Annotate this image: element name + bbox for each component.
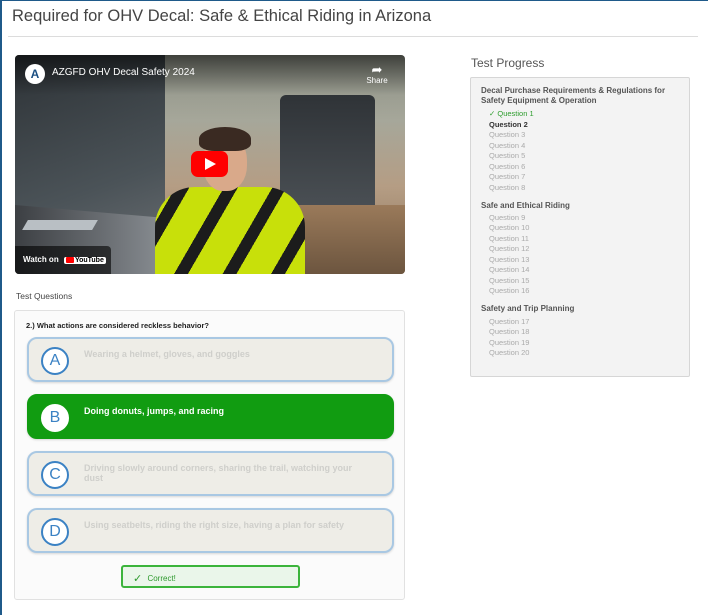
watch-on-label: Watch on: [23, 255, 59, 264]
share-button[interactable]: ➦ Share: [365, 63, 389, 85]
progress-question-item[interactable]: Question 16: [489, 286, 529, 295]
video-vehicle-stripe: [22, 220, 98, 230]
video-presenter-body: [155, 187, 305, 274]
video-presenter-hair: [199, 127, 251, 151]
answer-letter: D: [41, 518, 69, 546]
play-button[interactable]: [191, 151, 228, 177]
progress-question-item[interactable]: Question 19: [489, 338, 529, 347]
progress-question-item[interactable]: Question 12: [489, 244, 529, 253]
channel-logo-icon[interactable]: A: [25, 64, 45, 84]
feedback-correct: ✓ Correct!: [121, 565, 300, 588]
progress-section-title: Decal Purchase Requirements & Regulation…: [481, 86, 666, 105]
share-icon: ➦: [371, 62, 383, 77]
progress-question-item[interactable]: Question 9: [489, 213, 525, 222]
video-player[interactable]: A AZGFD OHV Decal Safety 2024 ➦ Share Wa…: [15, 55, 405, 274]
answer-text: Doing donuts, jumps, and racing: [84, 406, 225, 416]
answer-text: Driving slowly around corners, sharing t…: [84, 463, 353, 483]
progress-question-item[interactable]: Question 17: [489, 317, 529, 326]
video-title[interactable]: AZGFD OHV Decal Safety 2024: [52, 67, 195, 78]
progress-question-item[interactable]: Question 14: [489, 265, 529, 274]
watch-on-youtube-button[interactable]: Watch on YouTube: [15, 246, 111, 274]
page-title: Required for OHV Decal: Safe & Ethical R…: [12, 7, 432, 25]
feedback-text: Correct!: [147, 574, 176, 583]
progress-section-title: Safe and Ethical Riding: [481, 201, 570, 210]
answer-letter: C: [41, 461, 69, 489]
progress-question-item[interactable]: Question 8: [489, 183, 525, 192]
share-label: Share: [366, 76, 388, 85]
title-divider: [8, 36, 698, 37]
progress-question-item[interactable]: Question 4: [489, 141, 525, 150]
answer-option-b[interactable]: B Doing donuts, jumps, and racing: [27, 394, 394, 439]
answer-option-c[interactable]: C Driving slowly around corners, sharing…: [27, 451, 394, 496]
progress-question-item[interactable]: ✓ Question 1: [489, 109, 534, 118]
youtube-play-icon: [65, 257, 74, 264]
test-progress-title: Test Progress: [471, 56, 545, 70]
progress-question-item[interactable]: Question 7: [489, 172, 525, 181]
test-questions-label: Test Questions: [16, 291, 73, 301]
youtube-logo: YouTube: [63, 257, 106, 264]
progress-question-item[interactable]: Question 10: [489, 223, 529, 232]
progress-question-item[interactable]: Question 15: [489, 276, 529, 285]
question-text: 2.) What actions are considered reckless…: [26, 321, 209, 330]
answer-letter: B: [41, 404, 69, 432]
answer-letter: A: [41, 347, 69, 375]
progress-question-item[interactable]: Question 11: [489, 234, 529, 243]
progress-section-title: Safety and Trip Planning: [481, 304, 575, 313]
progress-question-item[interactable]: Question 6: [489, 162, 525, 171]
answer-text: Wearing a helmet, gloves, and goggles: [84, 349, 250, 359]
answer-option-a[interactable]: A Wearing a helmet, gloves, and goggles: [27, 337, 394, 382]
progress-question-item[interactable]: Question 13: [489, 255, 529, 264]
progress-question-item[interactable]: Question 20: [489, 348, 529, 357]
progress-question-item[interactable]: Question 18: [489, 327, 529, 336]
progress-question-item[interactable]: Question 3: [489, 130, 525, 139]
progress-question-item[interactable]: Question 2: [489, 120, 528, 129]
youtube-label: YouTube: [74, 257, 104, 264]
progress-question-item[interactable]: Question 5: [489, 151, 525, 160]
check-icon: ✓: [133, 573, 143, 585]
answer-text: Using seatbelts, riding the right size, …: [84, 520, 345, 530]
answer-option-d[interactable]: D Using seatbelts, riding the right size…: [27, 508, 394, 553]
